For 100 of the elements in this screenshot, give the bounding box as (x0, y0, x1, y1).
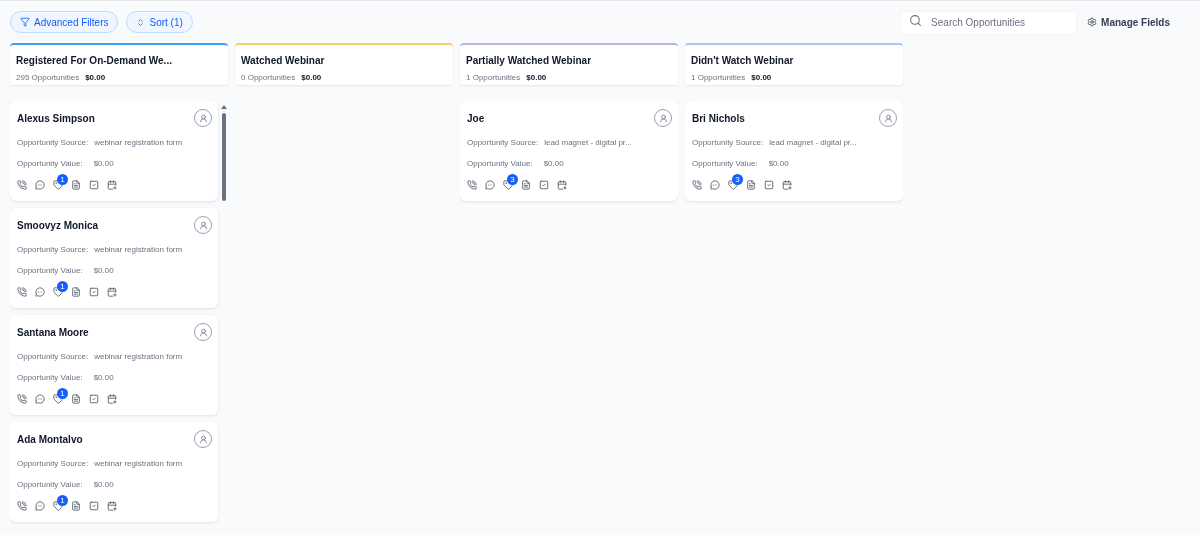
stage-total: $0.00 (526, 72, 547, 84)
field-value: $0.00 (93, 372, 114, 384)
sort-button[interactable]: Sort (1) (126, 11, 193, 33)
stage-title: Registered For On-Demand We... (16, 54, 173, 68)
chat-icon[interactable] (35, 180, 45, 190)
user-icon (198, 113, 208, 123)
tag-icon[interactable] (728, 180, 738, 190)
phone-icon[interactable] (17, 394, 27, 404)
manage-fields-button[interactable]: Manage Fields (1087, 14, 1170, 30)
settings-icon (1087, 17, 1098, 27)
opportunity-card[interactable]: Santana Moore Opportunity Source: webinar registration form Opportunity Value: $0.00 1 (10, 315, 218, 415)
count-badge: 1 (57, 281, 68, 292)
search-icon (909, 14, 923, 28)
calendar-icon[interactable] (107, 501, 117, 511)
field-label: Opportunity Source: (17, 351, 89, 363)
phone-icon[interactable] (467, 180, 477, 190)
tag-icon[interactable] (53, 287, 63, 297)
count-badge: 1 (57, 388, 68, 399)
opportunity-count: 295 Opportunities (16, 72, 80, 84)
contact-name: Alexus Simpson (17, 112, 95, 126)
sort-icon (136, 17, 146, 27)
contact-name: Bri Nichols (692, 112, 745, 126)
stage-title: Didn't Watch Webinar (691, 54, 795, 68)
calendar-icon[interactable] (107, 180, 117, 190)
field-value: webinar registration form (94, 351, 183, 363)
filter-icon (20, 17, 30, 27)
phone-icon[interactable] (17, 287, 27, 297)
chat-icon[interactable] (710, 180, 720, 190)
count-badge: 3 (507, 174, 518, 185)
stage-total: $0.00 (751, 72, 772, 84)
checkbox-icon[interactable] (89, 287, 99, 297)
field-label: Opportunity Source: (467, 137, 539, 149)
document-icon[interactable] (521, 180, 531, 190)
field-label: Opportunity Value: (17, 265, 83, 277)
field-value: $0.00 (93, 265, 114, 277)
contact-name: Santana Moore (17, 326, 89, 340)
document-icon[interactable] (746, 180, 756, 190)
field-label: Opportunity Value: (467, 158, 533, 170)
field-value: webinar registration form (94, 244, 183, 256)
checkbox-icon[interactable] (89, 180, 99, 190)
field-value: lead magnet - digital pr... (544, 137, 632, 149)
user-icon (883, 113, 893, 123)
calendar-icon[interactable] (107, 394, 117, 404)
opportunity-card[interactable]: Bri Nichols Opportunity Source: lead magnet - digital pr... Opportunity Value: $0.00 3 (685, 101, 903, 201)
count-badge: 1 (57, 495, 68, 506)
opportunity-count: 0 Opportunities (241, 72, 296, 84)
document-icon[interactable] (71, 180, 81, 190)
opportunity-card[interactable]: Smoovyz Monica Opportunity Source: webinar registration form Opportunity Value: $0.00 1 (10, 208, 218, 308)
opportunity-count: 1 Opportunities (466, 72, 521, 84)
calendar-icon[interactable] (557, 180, 567, 190)
stage-title: Partially Watched Webinar (466, 54, 593, 68)
checkbox-icon[interactable] (539, 180, 549, 190)
opportunity-card[interactable]: Ada Montalvo Opportunity Source: webinar registration form Opportunity Value: $0.00 1 (10, 422, 218, 522)
stage-total: $0.00 (301, 72, 322, 84)
stage-total: $0.00 (85, 72, 106, 84)
field-value: $0.00 (543, 158, 564, 170)
field-value: $0.00 (768, 158, 789, 170)
document-icon[interactable] (71, 394, 81, 404)
field-label: Opportunity Value: (17, 158, 83, 170)
field-value: webinar registration form (94, 458, 183, 470)
chat-icon[interactable] (485, 180, 495, 190)
field-label: Opportunity Source: (17, 137, 89, 149)
field-label: Opportunity Value: (692, 158, 758, 170)
tag-icon[interactable] (53, 394, 63, 404)
count-badge: 3 (732, 174, 743, 185)
contact-name: Joe (467, 112, 485, 126)
calendar-icon[interactable] (107, 287, 117, 297)
contact-name: Smoovyz Monica (17, 219, 99, 233)
user-icon (658, 113, 668, 123)
search-field[interactable]: Search Opportunities (900, 10, 1078, 35)
user-icon (198, 220, 208, 230)
advanced-filters-button[interactable]: Advanced Filters (10, 11, 119, 33)
phone-icon[interactable] (17, 180, 27, 190)
chat-icon[interactable] (35, 501, 45, 511)
opportunity-card[interactable]: Alexus Simpson Opportunity Source: webinar registration form Opportunity Value: $0.00 1 (10, 101, 218, 201)
checkbox-icon[interactable] (764, 180, 774, 190)
field-label: Opportunity Source: (17, 458, 89, 470)
tag-icon[interactable] (503, 180, 513, 190)
chat-icon[interactable] (35, 287, 45, 297)
phone-icon[interactable] (692, 180, 702, 190)
field-label: Opportunity Source: (17, 244, 89, 256)
chat-icon[interactable] (35, 394, 45, 404)
field-label: Opportunity Value: (17, 372, 83, 384)
field-label: Opportunity Value: (17, 479, 83, 491)
user-icon (198, 434, 208, 444)
phone-icon[interactable] (17, 501, 27, 511)
checkbox-icon[interactable] (89, 501, 99, 511)
opportunity-count: 1 Opportunities (691, 72, 746, 84)
field-label: Opportunity Source: (692, 137, 764, 149)
field-value: $0.00 (93, 158, 114, 170)
opportunity-card[interactable]: Joe Opportunity Source: lead magnet - digital pr... Opportunity Value: $0.00 3 (460, 101, 678, 201)
document-icon[interactable] (71, 501, 81, 511)
tag-icon[interactable] (53, 180, 63, 190)
stage-title: Watched Webinar (241, 54, 326, 68)
user-icon (198, 327, 208, 337)
calendar-icon[interactable] (782, 180, 792, 190)
contact-name: Ada Montalvo (17, 433, 83, 447)
tag-icon[interactable] (53, 501, 63, 511)
document-icon[interactable] (71, 287, 81, 297)
checkbox-icon[interactable] (89, 394, 99, 404)
